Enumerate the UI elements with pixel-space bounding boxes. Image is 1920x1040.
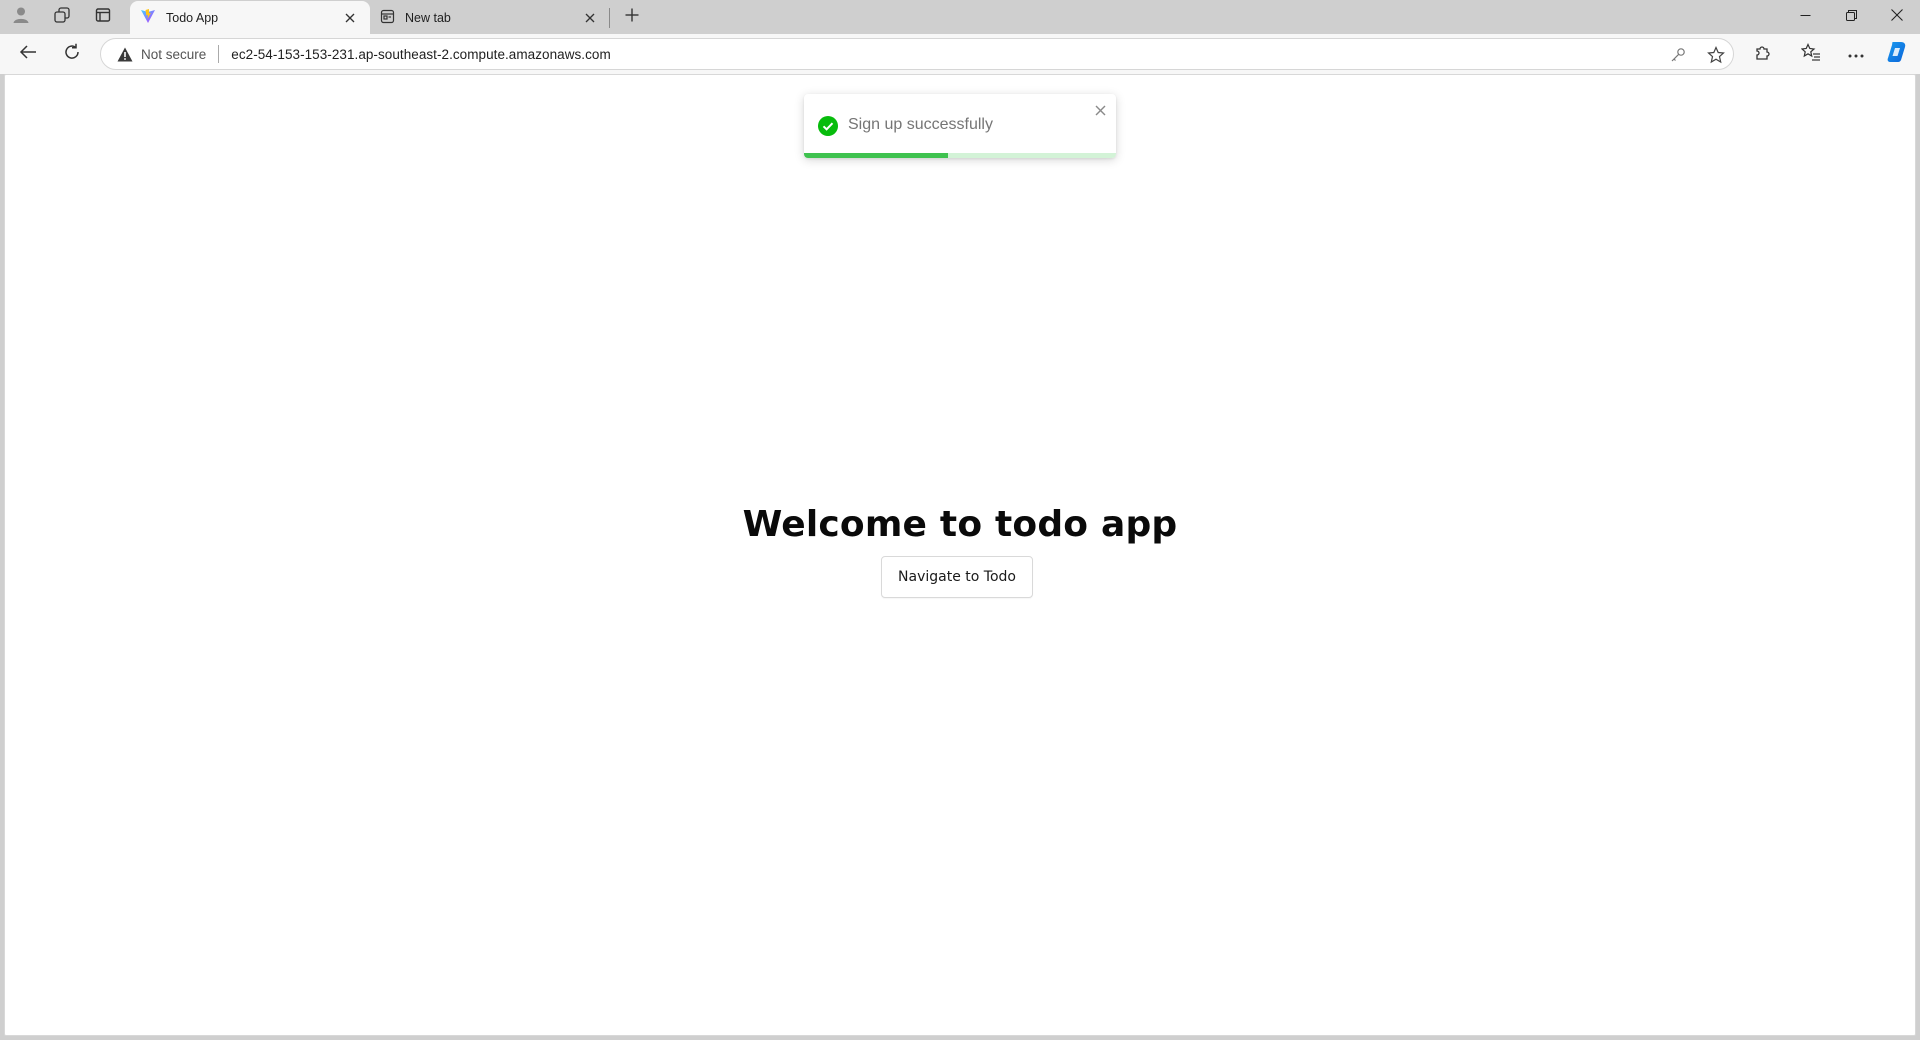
tab-todo-app[interactable]: Todo App — [130, 1, 370, 34]
plus-icon — [625, 8, 639, 27]
refresh-button[interactable] — [56, 38, 88, 70]
copilot-icon — [1885, 40, 1909, 69]
close-icon[interactable] — [1092, 102, 1108, 118]
security-label[interactable]: Not secure — [141, 47, 206, 62]
address-bar[interactable]: Not secure ec2-54-153-153-231.ap-southea… — [100, 38, 1734, 70]
page-heading: Welcome to todo app — [742, 504, 1178, 545]
tab-title: Todo App — [166, 10, 219, 25]
refresh-icon — [63, 43, 81, 66]
url-text[interactable]: ec2-54-153-153-231.ap-southeast-2.comput… — [231, 47, 610, 62]
restore-icon — [1845, 8, 1857, 26]
warning-icon[interactable] — [117, 47, 133, 62]
back-arrow-icon — [19, 44, 37, 65]
more-horizontal-icon — [1848, 45, 1864, 63]
close-tab-icon[interactable] — [580, 8, 600, 28]
navigate-to-todo-button[interactable]: Navigate to Todo — [881, 556, 1033, 598]
favorites-button[interactable] — [1795, 38, 1827, 70]
workspaces-button[interactable] — [47, 5, 77, 29]
close-icon — [1891, 8, 1903, 26]
back-button[interactable] — [12, 38, 44, 70]
new-tab-button[interactable] — [617, 5, 647, 29]
tab-actions-button[interactable] — [88, 5, 118, 29]
favorite-star-icon[interactable] — [1703, 42, 1729, 68]
password-key-icon[interactable] — [1665, 42, 1691, 68]
browser-window: Todo App New tab Not secure ec2-54-153-1… — [0, 0, 1920, 1040]
toast-progress-bar — [804, 153, 948, 158]
minimize-button[interactable] — [1782, 0, 1828, 34]
success-toast[interactable]: Sign up successfully — [804, 94, 1116, 158]
copilot-button[interactable] — [1881, 38, 1913, 70]
tab-strip: Todo App New tab — [0, 0, 1920, 34]
workspaces-icon — [53, 6, 71, 29]
address-separator — [218, 45, 220, 63]
close-window-button[interactable] — [1874, 0, 1920, 34]
extensions-button[interactable] — [1747, 38, 1779, 70]
minimize-icon — [1800, 8, 1811, 26]
vite-logo-icon — [140, 8, 156, 27]
page-viewport: Sign up successfully Welcome to todo app… — [4, 74, 1916, 1036]
check-circle-icon — [818, 116, 838, 136]
settings-more-button[interactable] — [1840, 38, 1872, 70]
browser-toolbar: Not secure ec2-54-153-153-231.ap-southea… — [0, 34, 1920, 74]
toast-progress-track — [804, 153, 1116, 158]
favorites-list-icon — [1800, 42, 1821, 66]
tab-separator — [609, 8, 610, 28]
profile-button[interactable] — [6, 5, 36, 29]
close-tab-icon[interactable] — [340, 8, 360, 28]
new-tab-page-icon — [380, 9, 395, 27]
tab-title: New tab — [405, 10, 451, 25]
toast-message: Sign up successfully — [848, 116, 993, 133]
puzzle-icon — [1754, 43, 1772, 66]
tab-new-tab[interactable]: New tab — [370, 1, 610, 34]
restore-button[interactable] — [1828, 0, 1874, 34]
tab-actions-icon — [95, 7, 111, 28]
profile-icon — [11, 5, 31, 30]
